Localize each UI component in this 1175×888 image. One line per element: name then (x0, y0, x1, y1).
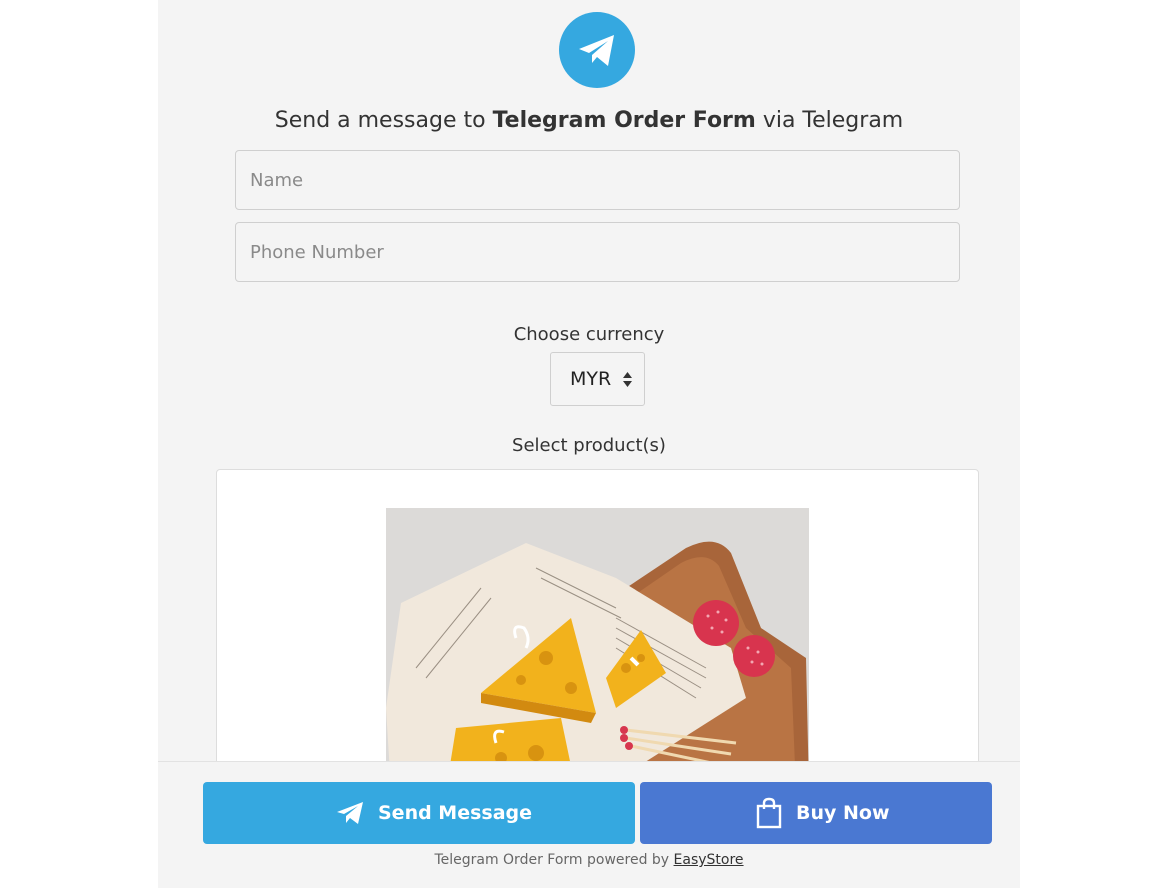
phone-number-input[interactable] (235, 222, 960, 282)
powered-by-label: Telegram Order Form powered by (434, 852, 674, 868)
name-input[interactable] (235, 150, 960, 210)
telegram-plane-icon (337, 802, 363, 824)
product-image[interactable] (386, 508, 809, 789)
currency-select[interactable]: MYR (550, 352, 645, 406)
powered-by-text: Telegram Order Form powered by EasyStore (158, 851, 1020, 869)
store-name: Telegram Order Form (492, 108, 756, 133)
select-arrows-icon (623, 372, 632, 387)
currency-selected-value: MYR (570, 368, 612, 390)
currency-label: Choose currency (513, 324, 665, 345)
page-title: Send a message to Telegram Order Form vi… (158, 106, 1020, 136)
shopping-bag-icon (756, 797, 782, 829)
product-card[interactable] (216, 469, 979, 789)
select-products-label: Select product(s) (512, 435, 666, 456)
title-suffix: via Telegram (755, 108, 904, 133)
easystore-link[interactable]: EasyStore (674, 852, 744, 868)
title-prefix: Send a message to (274, 108, 493, 133)
telegram-logo-icon (559, 12, 635, 88)
send-message-button[interactable]: Send Message (203, 782, 635, 844)
buy-now-button[interactable]: Buy Now (640, 782, 992, 844)
buy-now-label: Buy Now (796, 802, 890, 824)
send-message-label: Send Message (378, 802, 533, 824)
order-form-panel: Send a message to Telegram Order Form vi… (158, 0, 1020, 888)
footer-bar: Send Message Buy Now Telegram Order Form… (158, 761, 1020, 888)
